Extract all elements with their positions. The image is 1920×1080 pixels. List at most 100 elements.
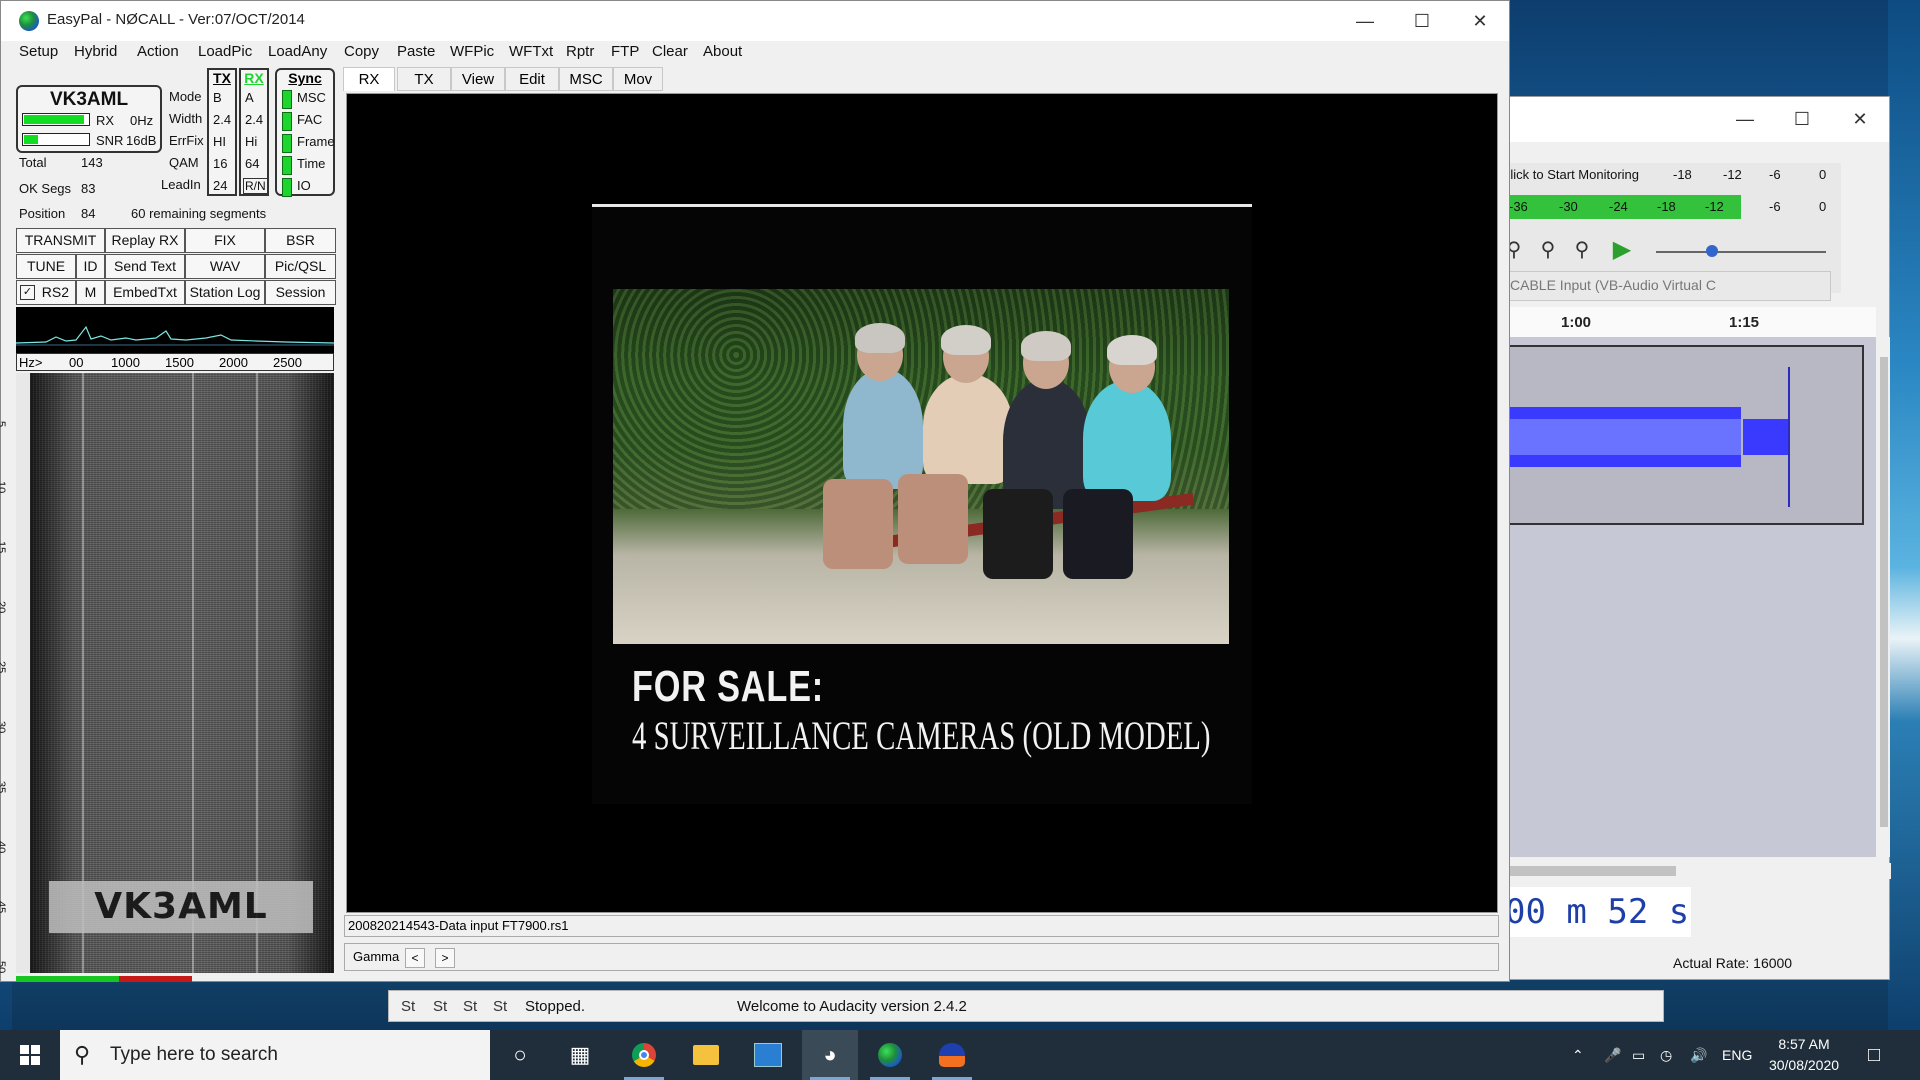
tab-edit[interactable]: Edit bbox=[505, 67, 559, 91]
send-text-button[interactable]: Send Text bbox=[105, 254, 185, 279]
monitor-prompt[interactable]: Click to Start Monitoring bbox=[1501, 167, 1639, 182]
notifications-icon[interactable]: □ bbox=[1868, 1030, 1880, 1080]
vertical-scrollbar-thumb[interactable] bbox=[1880, 357, 1888, 827]
zoom-fit-icon[interactable]: ⚲ bbox=[1569, 237, 1595, 263]
play-at-speed-icon[interactable]: ▶ bbox=[1609, 237, 1635, 263]
menu-paste[interactable]: Paste bbox=[397, 43, 435, 60]
audacity-taskbar-icon[interactable] bbox=[924, 1030, 980, 1080]
vertical-scrollbar[interactable] bbox=[1878, 337, 1890, 857]
person-legs bbox=[1063, 489, 1133, 579]
play-speed-slider[interactable] bbox=[1656, 251, 1826, 253]
ok-segments: 83 bbox=[81, 181, 96, 196]
recording-device-select[interactable]: CABLE Input (VB-Audio Virtual C bbox=[1501, 271, 1831, 301]
waterfall-callsign-text: VK3AML bbox=[49, 881, 313, 933]
show-hidden-icons[interactable]: ⌃ bbox=[1572, 1030, 1584, 1080]
station-log-button[interactable]: Station Log bbox=[185, 280, 265, 305]
received-image-area[interactable]: FOR SALE: 4 SURVEILLANCE CAMERAS (OLD MO… bbox=[346, 93, 1498, 913]
rs2-checkbox[interactable]: ✓ RS2 bbox=[16, 280, 76, 305]
rn-button[interactable]: R/N bbox=[243, 178, 268, 194]
remote-desktop-icon[interactable] bbox=[740, 1030, 796, 1080]
clock[interactable]: 8:57 AM 30/08/2020 bbox=[1762, 1034, 1846, 1076]
gamma-increase-button[interactable]: > bbox=[435, 948, 455, 968]
embed-text-button[interactable]: EmbedTxt bbox=[105, 280, 185, 305]
close-icon[interactable]: ✕ bbox=[1451, 1, 1509, 41]
play-speed-knob[interactable] bbox=[1706, 245, 1718, 257]
zoom-out-icon[interactable]: ⚲ bbox=[1535, 237, 1561, 263]
network-icon[interactable]: ◷ bbox=[1660, 1030, 1672, 1080]
tab-view[interactable]: View bbox=[451, 67, 505, 91]
menu-clear[interactable]: Clear bbox=[652, 43, 688, 60]
file-explorer-icon[interactable] bbox=[678, 1030, 734, 1080]
horizontal-scrollbar[interactable] bbox=[1501, 863, 1891, 879]
gamma-bar: Gamma < > bbox=[344, 943, 1499, 971]
frequency-scale[interactable]: Hz> 00 1000 1500 2000 2500 bbox=[16, 353, 334, 371]
taskbar-search[interactable]: ⚲ Type here to search bbox=[60, 1030, 490, 1080]
windows-logo-icon bbox=[20, 1045, 40, 1065]
tab-mov[interactable]: Mov bbox=[613, 67, 663, 91]
id-button[interactable]: ID bbox=[76, 254, 105, 279]
maximize-icon[interactable]: ☐ bbox=[1773, 97, 1831, 142]
tab-msc[interactable]: MSC bbox=[559, 67, 613, 91]
chrome-icon[interactable] bbox=[616, 1030, 672, 1080]
volume-icon[interactable]: 🔊 bbox=[1690, 1030, 1707, 1080]
start-button[interactable] bbox=[0, 1030, 60, 1080]
search-placeholder[interactable]: Type here to search bbox=[110, 1044, 278, 1066]
task-view-icon[interactable]: ▦ bbox=[552, 1030, 608, 1080]
checkmark-icon[interactable]: ✓ bbox=[20, 285, 35, 300]
battery-icon[interactable]: ▭ bbox=[1632, 1030, 1645, 1080]
menu-setup[interactable]: Setup bbox=[19, 43, 58, 60]
horizontal-scrollbar-thumb[interactable] bbox=[1501, 866, 1676, 876]
picture-top-rule bbox=[592, 204, 1252, 207]
replay-rx-button[interactable]: Replay RX bbox=[105, 228, 185, 253]
gamma-decrease-button[interactable]: < bbox=[405, 948, 425, 968]
menu-wftxt[interactable]: WFTxt bbox=[509, 43, 553, 60]
record-meter[interactable]: Click to Start Monitoring -18 -12 -6 0 bbox=[1501, 163, 1831, 187]
easypal-taskbar-icon[interactable] bbox=[862, 1030, 918, 1080]
track-area[interactable] bbox=[1501, 337, 1876, 857]
timeline-ruler[interactable]: 1:00 1:15 bbox=[1501, 307, 1876, 338]
wav-button[interactable]: WAV bbox=[185, 254, 265, 279]
callsign-label: VK3AML bbox=[49, 89, 129, 110]
menu-wfpic[interactable]: WFPic bbox=[450, 43, 494, 60]
level-green bbox=[16, 976, 119, 982]
minimize-icon[interactable]: — bbox=[1336, 1, 1394, 41]
session-button[interactable]: Session bbox=[265, 280, 336, 305]
bsr-button[interactable]: BSR bbox=[265, 228, 336, 253]
pic-qsl-button[interactable]: Pic/QSL bbox=[265, 254, 336, 279]
maximize-icon[interactable]: ☐ bbox=[1393, 1, 1451, 41]
m-button[interactable]: M bbox=[76, 280, 105, 305]
search-icon: ⚲ bbox=[74, 1042, 91, 1067]
remaining-segments: 60 remaining segments bbox=[131, 206, 267, 221]
menu-hybrid[interactable]: Hybrid bbox=[74, 43, 117, 60]
transmit-button[interactable]: TRANSMIT bbox=[16, 228, 105, 253]
menu-copy[interactable]: Copy bbox=[344, 43, 379, 60]
audio-track[interactable] bbox=[1501, 345, 1864, 525]
menu-loadpic[interactable]: LoadPic bbox=[198, 43, 252, 60]
image-caption-title: FOR SALE: bbox=[632, 662, 824, 711]
spectrum-display[interactable] bbox=[16, 307, 334, 353]
menu-action[interactable]: Action bbox=[137, 43, 179, 60]
level-red bbox=[119, 976, 192, 982]
position-value: 84 bbox=[81, 206, 96, 221]
language-indicator[interactable]: ENG bbox=[1722, 1030, 1752, 1080]
time-display[interactable]: 00 m 52 s bbox=[1501, 887, 1691, 937]
close-icon[interactable]: ✕ bbox=[1831, 97, 1889, 142]
tab-rx[interactable]: RX bbox=[343, 67, 395, 91]
person-legs bbox=[823, 479, 893, 569]
microphone-icon[interactable]: 🎤 bbox=[1604, 1030, 1621, 1080]
tab-tx[interactable]: TX bbox=[397, 67, 451, 91]
fac-led bbox=[282, 112, 292, 131]
tune-button[interactable]: TUNE bbox=[16, 254, 76, 279]
play-cursor bbox=[1788, 367, 1790, 507]
status-stopped: Stopped. bbox=[525, 998, 586, 1015]
menu-rptr[interactable]: Rptr bbox=[566, 43, 594, 60]
minimize-icon[interactable]: — bbox=[1716, 97, 1774, 142]
playback-meter[interactable]: -36 -30 -24 -18 -12 -6 0 bbox=[1501, 195, 1831, 219]
menu-ftp[interactable]: FTP bbox=[611, 43, 639, 60]
cortana-icon[interactable]: ○ bbox=[492, 1030, 548, 1080]
menu-loadany[interactable]: LoadAny bbox=[268, 43, 327, 60]
io-led bbox=[282, 178, 292, 197]
menu-about[interactable]: About bbox=[703, 43, 742, 60]
fix-button[interactable]: FIX bbox=[185, 228, 265, 253]
app-icon[interactable]: ◕ bbox=[802, 1030, 858, 1080]
